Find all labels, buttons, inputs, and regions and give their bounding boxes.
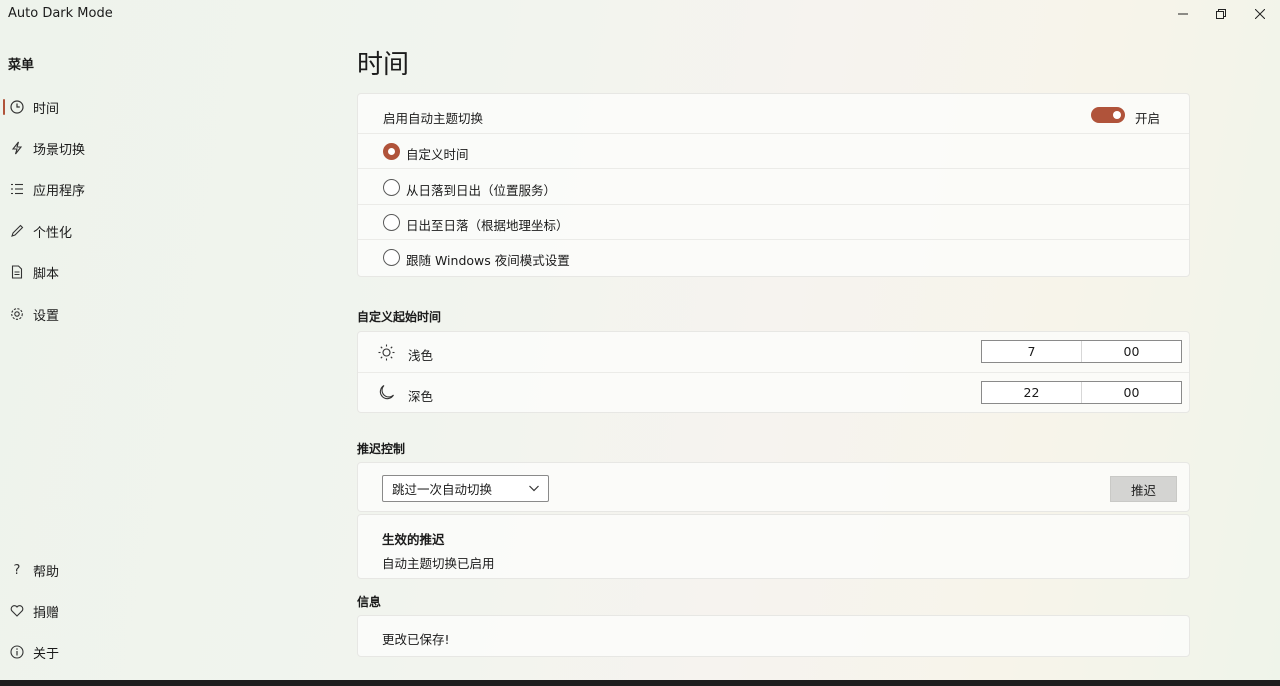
active-postpone-card: 生效的推迟 自动主题切换已启用 [357, 514, 1190, 579]
bolt-icon [8, 141, 26, 155]
clock-icon [8, 100, 26, 114]
sidebar-item-label: 时间 [33, 101, 60, 117]
title-bar: Auto Dark Mode [0, 0, 1280, 28]
light-time-row: 浅色 7 00 [358, 332, 1189, 373]
sidebar-item-scripts[interactable]: 脚本 [0, 255, 300, 289]
postpone-dropdown[interactable]: 跳过一次自动切换 [382, 475, 549, 502]
minimize-button[interactable] [1164, 0, 1202, 28]
sidebar-item-scene-switch[interactable]: 场景切换 [0, 131, 300, 165]
sidebar-item-about[interactable]: 关于 [0, 635, 300, 669]
radio-sunrise-sunset-geo[interactable] [383, 214, 400, 231]
postpone-card: 跳过一次自动切换 推迟 [357, 462, 1190, 512]
sidebar-item-label: 场景切换 [33, 142, 86, 158]
radio-sunset-sunrise[interactable] [383, 179, 400, 196]
dark-time-row: 深色 22 00 [358, 373, 1189, 413]
radio-label: 日出至日落（根据地理坐标） [406, 218, 569, 233]
dark-hour[interactable]: 22 [982, 382, 1081, 403]
active-postpone-title: 生效的推迟 [382, 532, 445, 547]
custom-time-card: 浅色 7 00 深色 22 00 [357, 331, 1190, 413]
taskbar-edge [0, 680, 1280, 686]
radio-windows-night-light[interactable] [383, 249, 400, 266]
light-time-picker[interactable]: 7 00 [981, 340, 1182, 363]
restore-button[interactable] [1202, 0, 1240, 28]
radio-label: 自定义时间 [406, 147, 469, 162]
info-message: 更改已保存! [382, 632, 450, 647]
auto-switch-row: 启用自动主题切换 开启 [358, 94, 1189, 134]
sidebar-item-label: 帮助 [33, 564, 60, 580]
sidebar-item-label: 应用程序 [33, 183, 86, 199]
radio-label: 从日落到日出（位置服务） [406, 183, 557, 198]
radio-label: 跟随 Windows 夜间模式设置 [406, 253, 570, 268]
auto-switch-toggle[interactable] [1091, 107, 1125, 123]
sidebar-item-label: 捐赠 [33, 605, 60, 621]
active-postpone-status: 自动主题切换已启用 [382, 556, 495, 571]
minimize-icon [1178, 13, 1188, 15]
page-title: 时间 [357, 50, 410, 80]
sidebar-item-settings[interactable]: 设置 [0, 297, 300, 331]
list-icon [8, 182, 26, 196]
postpone-button[interactable]: 推迟 [1110, 476, 1177, 502]
light-minute[interactable]: 00 [1081, 341, 1181, 362]
sidebar-item-label: 设置 [33, 308, 60, 324]
heart-icon [8, 604, 26, 618]
pen-icon [8, 224, 26, 238]
sun-icon [378, 344, 395, 365]
gear-icon [8, 307, 26, 321]
light-time-label: 浅色 [408, 348, 434, 363]
app-title: Auto Dark Mode [8, 6, 113, 21]
document-icon [8, 265, 26, 279]
radio-row[interactable]: 自定义时间 [358, 134, 1189, 169]
sidebar-item-label: 个性化 [33, 225, 73, 241]
sidebar-item-personalize[interactable]: 个性化 [0, 214, 300, 248]
radio-row[interactable]: 跟随 Windows 夜间模式设置 [358, 240, 1189, 276]
radio-custom-time[interactable] [383, 143, 400, 160]
sidebar-item-label: 脚本 [33, 266, 60, 282]
info-section-label: 信息 [357, 595, 382, 609]
theme-switch-card: 启用自动主题切换 开启 自定义时间 从日落到日出（位置服务） 日出至日落（根据地… [357, 93, 1190, 277]
postpone-section-label: 推迟控制 [357, 442, 406, 456]
sidebar-item-apps[interactable]: 应用程序 [0, 172, 300, 206]
dark-time-picker[interactable]: 22 00 [981, 381, 1182, 404]
menu-title: 菜单 [8, 58, 35, 73]
auto-switch-label: 启用自动主题切换 [383, 111, 484, 126]
sidebar-item-time[interactable]: 时间 [0, 90, 300, 124]
sidebar-item-donate[interactable]: 捐赠 [0, 594, 300, 628]
sidebar-item-help[interactable]: ? 帮助 [0, 553, 300, 587]
moon-icon [378, 384, 395, 405]
sidebar: 菜单 时间 场景切换 应用程序 个性化 脚本 设置 ? 帮助 捐赠 关于 [0, 28, 330, 680]
restore-icon [1216, 9, 1226, 19]
dark-time-label: 深色 [408, 389, 434, 404]
sidebar-item-label: 关于 [33, 646, 60, 662]
radio-row[interactable]: 从日落到日出（位置服务） [358, 169, 1189, 205]
toggle-knob [1113, 111, 1121, 119]
close-icon [1255, 9, 1265, 19]
info-icon [8, 645, 26, 659]
close-button[interactable] [1241, 0, 1279, 28]
question-icon: ? [13, 562, 21, 578]
custom-time-section-label: 自定义起始时间 [357, 310, 442, 324]
toggle-state-label: 开启 [1135, 111, 1161, 126]
chevron-down-icon [528, 482, 540, 497]
info-card: 更改已保存! [357, 615, 1190, 657]
light-hour[interactable]: 7 [982, 341, 1081, 362]
postpone-dropdown-value: 跳过一次自动切换 [392, 482, 493, 497]
dark-minute[interactable]: 00 [1081, 382, 1181, 403]
radio-row[interactable]: 日出至日落（根据地理坐标） [358, 205, 1189, 240]
